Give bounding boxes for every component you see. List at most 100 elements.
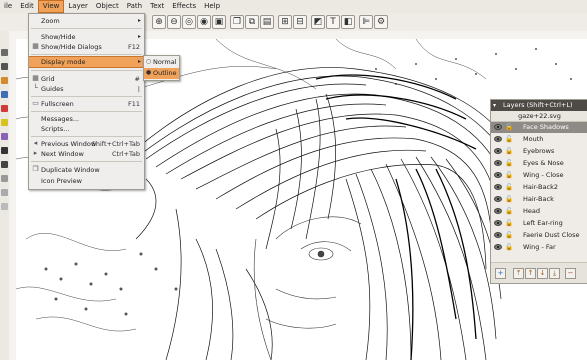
eye-icon[interactable] <box>494 124 502 130</box>
lock-icon[interactable]: 🔓 <box>505 148 513 155</box>
layer-row[interactable]: 🔓 Head <box>491 206 587 217</box>
lock-icon[interactable]: 🔓 <box>505 136 513 143</box>
lock-icon[interactable]: 🔓 <box>505 244 513 251</box>
eye-icon[interactable] <box>494 208 502 214</box>
menu-item-icon-preview[interactable]: Icon Preview <box>29 175 144 187</box>
lock-icon[interactable]: 🔓 <box>505 124 513 131</box>
layer-row[interactable]: 🔓 Wing - Far <box>491 242 587 253</box>
fullscreen-icon: ▭ <box>32 99 39 107</box>
submenu-arrow-icon: ▸ <box>137 17 141 24</box>
menu-layer[interactable]: Layer <box>64 0 92 13</box>
menu-help[interactable]: Help <box>200 0 224 13</box>
menu-edit[interactable]: Edit <box>16 0 38 13</box>
clone-icon[interactable]: ⧉ <box>245 15 259 29</box>
zoom-tool-icon[interactable] <box>1 77 8 84</box>
preferences-icon[interactable]: ⚙ <box>374 15 388 29</box>
menu-effects[interactable]: Effects <box>168 0 200 13</box>
eye-icon[interactable] <box>494 232 502 238</box>
text-tool-icon[interactable] <box>1 175 8 182</box>
layer-row[interactable]: 🔓 Eyebrows <box>491 146 587 157</box>
eye-icon[interactable] <box>494 172 502 178</box>
duplicate-icon[interactable]: ❐ <box>230 15 244 29</box>
layer-row[interactable]: 🔓 Eyes & Nose <box>491 158 587 169</box>
layers-panel-title[interactable]: ▾ Layers (Shift+Ctrl+L) <box>491 100 587 111</box>
eye-icon[interactable] <box>494 148 502 154</box>
dialogs-icon: ▦ <box>32 42 39 50</box>
lock-icon[interactable]: 🔓 <box>505 172 513 179</box>
menu-separator <box>31 136 142 137</box>
menu-path[interactable]: Path <box>123 0 146 13</box>
align-icon[interactable]: ⊫ <box>359 15 373 29</box>
zoom-in-icon[interactable]: ⊕ <box>152 15 166 29</box>
text-icon[interactable]: T <box>326 15 340 29</box>
fill-stroke-icon[interactable]: ◩ <box>311 15 325 29</box>
star-tool-icon[interactable] <box>1 119 8 126</box>
ellipse-tool-icon[interactable] <box>1 105 8 112</box>
layers-panel: ▾ Layers (Shift+Ctrl+L) gaze+22.svg 🔓 Fa… <box>490 99 587 284</box>
menu-item-next-window[interactable]: ▸ Next Window Ctrl+Tab <box>29 148 144 160</box>
menu-item-scripts[interactable]: Scripts... <box>29 123 144 135</box>
view-menu-dropdown: Zoom ▸ Show/Hide ▸ ▦ Show/Hide Dialogs F… <box>28 13 145 190</box>
selector-tool-icon[interactable] <box>1 49 8 56</box>
zoom-selection-icon[interactable]: ◉ <box>197 15 211 29</box>
lower-layer-icon[interactable]: ↓ <box>537 268 548 279</box>
zoom-page-icon[interactable]: ▣ <box>212 15 226 29</box>
submenu-arrow-icon: ▸ <box>137 58 141 65</box>
eye-icon[interactable] <box>494 244 502 250</box>
layer-row[interactable]: 🔓 Hair-Back <box>491 194 587 205</box>
radio-unselected-icon: ○ <box>146 58 152 65</box>
eye-icon[interactable] <box>494 160 502 166</box>
lock-icon[interactable]: 🔓 <box>505 220 513 227</box>
raise-to-top-icon[interactable]: ⤒ <box>513 268 524 279</box>
eye-icon[interactable] <box>494 196 502 202</box>
menu-item-zoom[interactable]: Zoom ▸ <box>29 15 144 27</box>
document-filename: gaze+22.svg <box>491 111 587 122</box>
menu-object[interactable]: Object <box>92 0 123 13</box>
raise-layer-icon[interactable]: ↑ <box>525 268 536 279</box>
guides-icon: └ <box>33 84 38 92</box>
menu-item-guides[interactable]: └ Guides | <box>29 83 144 95</box>
zoom-1-1-icon[interactable]: ◎ <box>182 15 196 29</box>
menu-item-display-mode[interactable]: Display mode ▸ <box>29 56 144 68</box>
layer-row[interactable]: 🔓 Wing - Close <box>491 170 587 181</box>
layer-row[interactable]: 🔓 Left Ear-ring <box>491 218 587 229</box>
lock-icon[interactable]: 🔓 <box>505 196 513 203</box>
layer-row[interactable]: 🔓 Faerie Dust Close <box>491 230 587 241</box>
lock-icon[interactable]: 🔓 <box>505 208 513 215</box>
eye-icon[interactable] <box>494 136 502 142</box>
pen-tool-icon[interactable] <box>1 161 8 168</box>
eye-icon[interactable] <box>494 220 502 226</box>
ungroup-icon[interactable]: ⊟ <box>293 15 307 29</box>
add-layer-icon[interactable]: + <box>495 268 506 279</box>
lock-icon[interactable]: 🔓 <box>505 232 513 239</box>
lower-to-bottom-icon[interactable]: ⤓ <box>549 268 560 279</box>
lock-icon[interactable]: 🔓 <box>505 160 513 167</box>
display-mode-normal[interactable]: ○ Normal <box>144 57 179 68</box>
menu-item-show-hide-dialogs[interactable]: ▦ Show/Hide Dialogs F12 <box>29 41 144 53</box>
layer-row[interactable]: 🔓 Mouth <box>491 134 587 145</box>
collapse-triangle-icon[interactable]: ▾ <box>493 102 501 109</box>
grid-icon: ▦ <box>32 74 39 82</box>
menu-separator <box>31 161 142 162</box>
spiral-tool-icon[interactable] <box>1 133 8 140</box>
layers-icon[interactable]: ◧ <box>341 15 355 29</box>
previous-window-icon: ◂ <box>33 139 38 147</box>
menu-text[interactable]: Text <box>146 0 168 13</box>
menu-item-fullscreen[interactable]: ▭ Fullscreen F11 <box>29 98 144 110</box>
rect-tool-icon[interactable] <box>1 91 8 98</box>
unlink-clone-icon[interactable]: ▤ <box>260 15 274 29</box>
eye-icon[interactable] <box>494 184 502 190</box>
menu-file[interactable]: ile <box>0 0 16 13</box>
lock-icon[interactable]: 🔓 <box>505 184 513 191</box>
pencil-tool-icon[interactable] <box>1 147 8 154</box>
menu-view[interactable]: View <box>37 0 65 13</box>
display-mode-outline[interactable]: ● Outline <box>144 68 179 79</box>
gradient-tool-icon[interactable] <box>1 189 8 196</box>
node-tool-icon[interactable] <box>1 63 8 70</box>
group-icon[interactable]: ⊞ <box>278 15 292 29</box>
remove-layer-icon[interactable]: − <box>565 268 576 279</box>
layer-row[interactable]: 🔓 Face Shadows <box>491 122 587 133</box>
layer-row[interactable]: 🔓 Hair-Back2 <box>491 182 587 193</box>
dropper-tool-icon[interactable] <box>1 203 8 210</box>
zoom-out-icon[interactable]: ⊖ <box>167 15 181 29</box>
